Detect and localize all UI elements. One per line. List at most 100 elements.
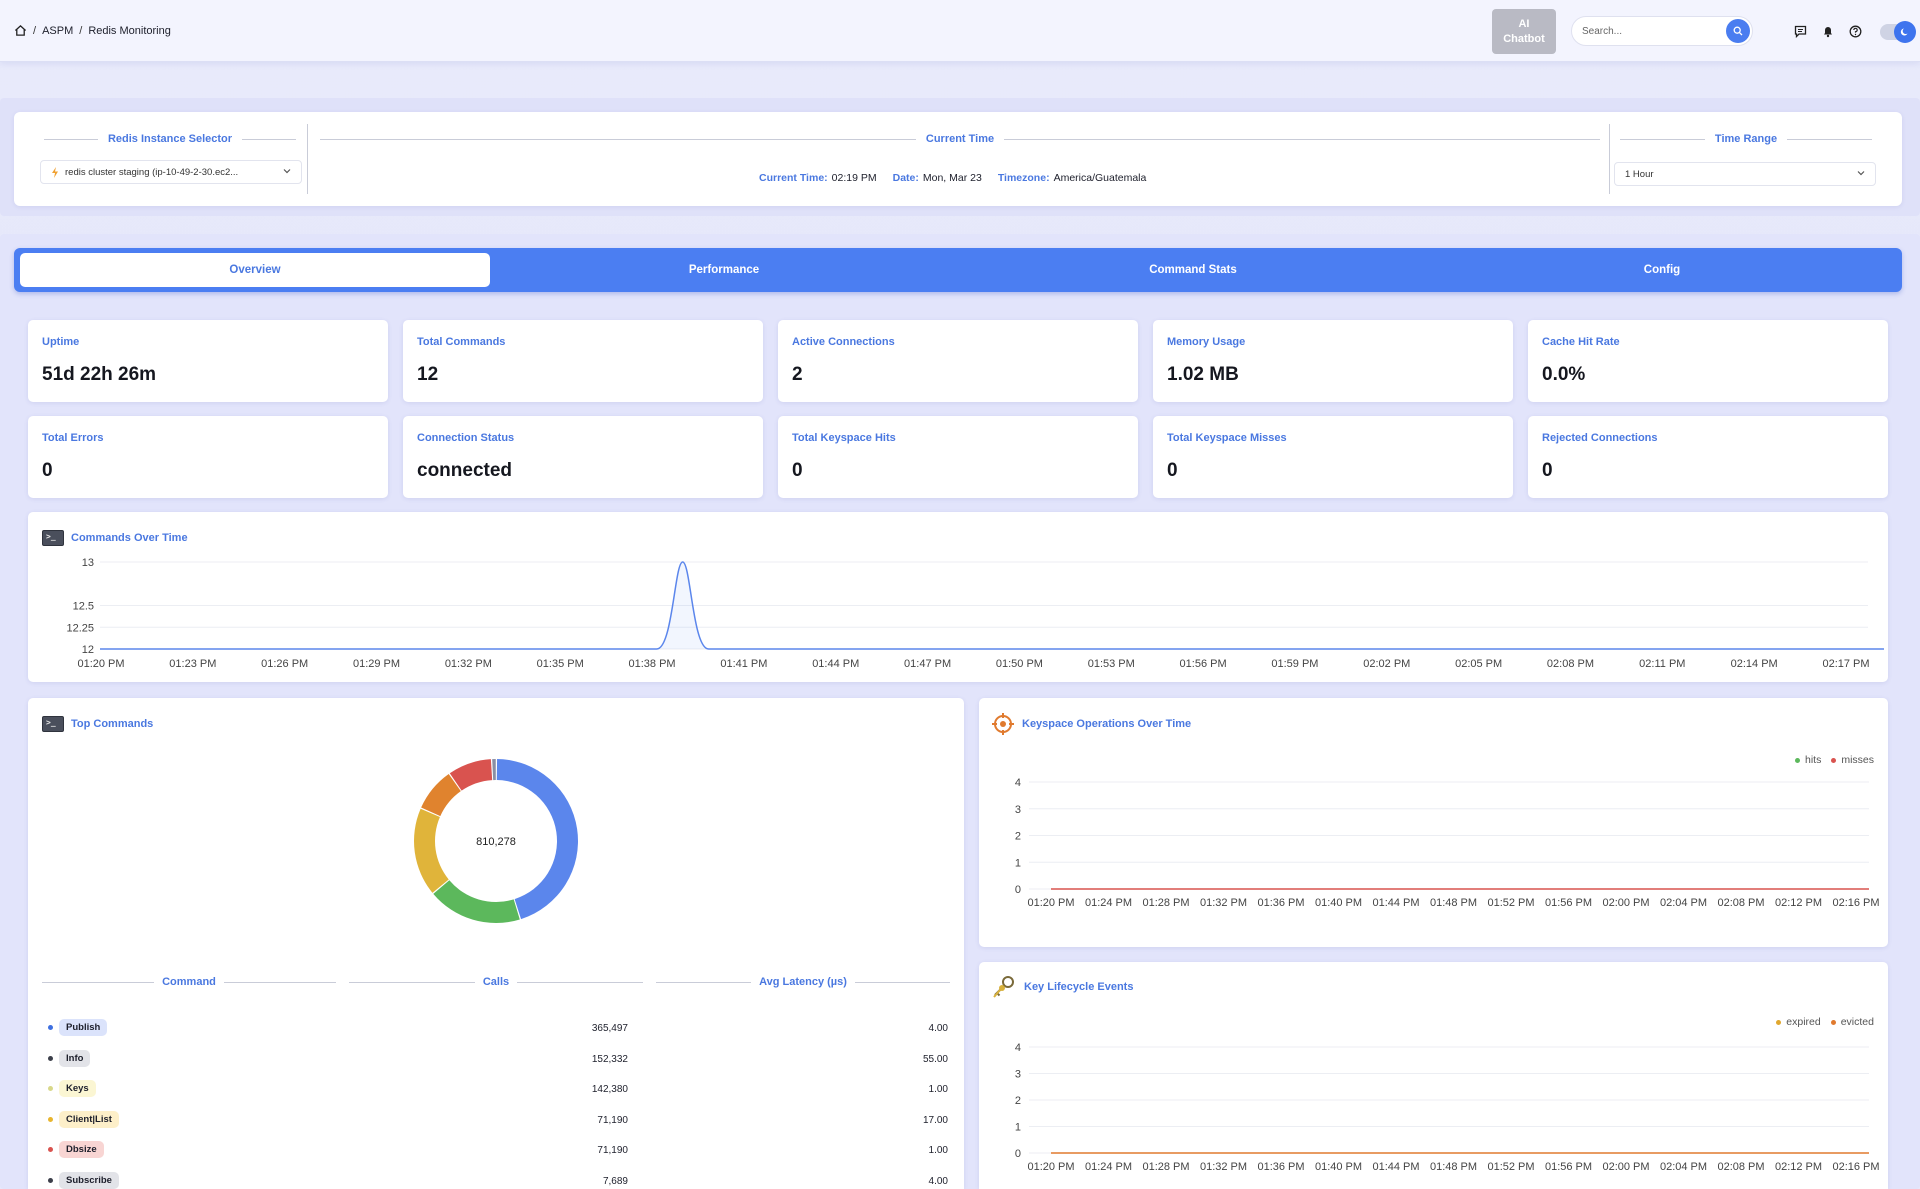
- table-row[interactable]: Client|List 71,190 17.00: [42, 1110, 948, 1130]
- x-tick-label: 01:24 PM: [1085, 1161, 1132, 1173]
- column-header-command: Command: [42, 976, 336, 988]
- x-tick-label: 01:47 PM: [904, 658, 951, 670]
- x-tick-label: 01:23 PM: [169, 658, 216, 670]
- x-tick-label: 02:08 PM: [1547, 658, 1594, 670]
- x-tick-label: 01:32 PM: [1200, 897, 1247, 909]
- ai-chatbot-button[interactable]: AI Chatbot: [1492, 9, 1556, 54]
- stat-card-uptime: Uptime 51d 22h 26m: [28, 320, 388, 402]
- theme-toggle[interactable]: [1880, 21, 1916, 43]
- x-tick-label: 01:24 PM: [1085, 897, 1132, 909]
- stat-label: Memory Usage: [1167, 336, 1246, 348]
- x-tick-label: 02:04 PM: [1660, 897, 1707, 909]
- current-time-value: 02:19 PM: [831, 172, 877, 184]
- home-icon[interactable]: [14, 24, 27, 37]
- table-row[interactable]: Dbsize 71,190 1.00: [42, 1140, 948, 1160]
- x-tick-label: 01:38 PM: [629, 658, 676, 670]
- keyspace-operations-chart: 4 3 2 1 0 01:20 PM 01:24 PM 01:28 PM 01:32 PM 01:…: [1015, 777, 1880, 909]
- y-tick-label: 13: [82, 557, 94, 569]
- x-tick-label: 02:00 PM: [1602, 897, 1649, 909]
- row-color-dot: [48, 1116, 53, 1122]
- instance-select-value: redis cluster staging (ip-10-49-2-30.ec2…: [65, 166, 239, 178]
- tab-performance[interactable]: Performance: [489, 253, 959, 287]
- divider: [307, 124, 308, 194]
- x-tick-label: 02:17 PM: [1822, 658, 1869, 670]
- help-icon[interactable]: [1848, 24, 1862, 38]
- tab-command-stats[interactable]: Command Stats: [958, 253, 1428, 287]
- x-tick-label: 01:50 PM: [996, 658, 1043, 670]
- y-tick-label: 2: [1015, 831, 1021, 843]
- tab-overview[interactable]: Overview: [20, 253, 490, 287]
- selector-card: [14, 112, 1902, 206]
- stat-card-keyspace-misses: Total Keyspace Misses 0: [1153, 416, 1513, 498]
- search-box: [1571, 16, 1753, 46]
- x-tick-label: 01:40 PM: [1315, 897, 1362, 909]
- instance-select[interactable]: redis cluster staging (ip-10-49-2-30.ec2…: [40, 160, 302, 184]
- row-color-dot: [48, 1055, 53, 1061]
- x-tick-label: 01:48 PM: [1430, 1161, 1477, 1173]
- date-value: Mon, Mar 23: [922, 172, 982, 184]
- keyspace-operations-card: Keyspace Operations Over Time hits misse…: [979, 698, 1888, 947]
- search-button[interactable]: [1726, 19, 1750, 43]
- x-tick-label: 01:56 PM: [1545, 897, 1592, 909]
- timezone-label: Timezone:: [997, 172, 1050, 184]
- time-range-value: 1 Hour: [1625, 168, 1654, 180]
- calls-value: 152,332: [591, 1053, 628, 1065]
- chevron-down-icon: [283, 169, 291, 174]
- row-color-dot: [48, 1178, 53, 1183]
- stat-card-total-commands: Total Commands 12: [403, 320, 763, 402]
- command-pill: Publish: [59, 1019, 108, 1036]
- x-tick-label: 02:08 PM: [1717, 897, 1764, 909]
- column-header-calls: Calls: [349, 976, 644, 988]
- timezone-value: America/Guatemala: [1053, 172, 1147, 184]
- x-tick-label: 01:32 PM: [1200, 1161, 1247, 1173]
- table-row[interactable]: Publish 365,497 4.00: [42, 1018, 948, 1038]
- calls-value: 142,380: [591, 1084, 628, 1096]
- stat-value: 1.02 MB: [1167, 364, 1239, 385]
- x-tick-label: 02:00 PM: [1602, 1161, 1649, 1173]
- bell-icon[interactable]: [1821, 24, 1835, 38]
- stat-label: Total Keyspace Hits: [792, 432, 896, 444]
- stat-card-keyspace-hits: Total Keyspace Hits 0: [778, 416, 1138, 498]
- search-input[interactable]: [1582, 25, 1722, 37]
- time-range-select[interactable]: 1 Hour: [1614, 162, 1876, 186]
- x-tick-label: 01:20 PM: [77, 658, 124, 670]
- x-tick-label: 02:11 PM: [1639, 658, 1685, 670]
- row-color-dot: [48, 1147, 53, 1153]
- stat-label: Uptime: [42, 336, 80, 348]
- table-row[interactable]: Info 152,332 55.00: [42, 1049, 948, 1069]
- latency-value: 55.00: [922, 1053, 948, 1065]
- x-tick-label: 02:16 PM: [1832, 897, 1879, 909]
- tab-bar: Overview Performance Command Stats Confi…: [14, 248, 1902, 292]
- x-tick-label: 01:28 PM: [1142, 897, 1189, 909]
- divider: [1609, 124, 1610, 194]
- y-tick-label: 4: [1015, 1042, 1021, 1054]
- x-tick-label: 02:04 PM: [1660, 1161, 1707, 1173]
- stat-value: 2: [792, 364, 803, 385]
- current-time-title: Current Time: [320, 133, 1601, 145]
- command-pill: Dbsize: [59, 1141, 104, 1159]
- chat-icon[interactable]: [1793, 24, 1807, 38]
- instance-selector-title: Redis Instance Selector: [44, 133, 297, 145]
- y-tick-label: 0: [1015, 1148, 1021, 1160]
- x-tick-label: 01:40 PM: [1315, 1161, 1362, 1173]
- stat-value: 12: [417, 364, 439, 385]
- x-tick-label: 01:32 PM: [445, 658, 492, 670]
- table-row[interactable]: Keys 142,380 1.00: [42, 1079, 948, 1099]
- y-tick-label: 3: [1015, 804, 1021, 816]
- stat-card-cache-hit-rate: Cache Hit Rate 0.0%: [1528, 320, 1888, 402]
- stat-value: 0: [792, 460, 803, 481]
- key-lifecycle-chart: 4 3 2 1 0 01:20 PM 01:24 PM 01:28 PM 01:32 PM 01:…: [1015, 1042, 1880, 1173]
- top-commands-donut-chart: 810,278: [414, 759, 578, 923]
- x-tick-label: 01:41 PM: [720, 658, 767, 670]
- donut-center-label: 810,278: [476, 836, 516, 848]
- stat-card-total-errors: Total Errors 0: [28, 416, 388, 498]
- x-tick-label: 01:26 PM: [261, 658, 308, 670]
- table-row[interactable]: Subscribe 7,689 4.00: [42, 1171, 948, 1189]
- x-tick-label: 01:44 PM: [812, 658, 859, 670]
- stat-card-rejected-connections: Rejected Connections 0: [1528, 416, 1888, 498]
- y-tick-label: 12: [82, 644, 94, 656]
- commands-over-time-card: >_ Commands Over Time 13 12.5 12.25 12 01:20…: [28, 512, 1888, 682]
- tab-config[interactable]: Config: [1427, 253, 1897, 287]
- breadcrumb-aspm[interactable]: ASPM: [42, 25, 73, 37]
- x-tick-label: 02:12 PM: [1775, 897, 1822, 909]
